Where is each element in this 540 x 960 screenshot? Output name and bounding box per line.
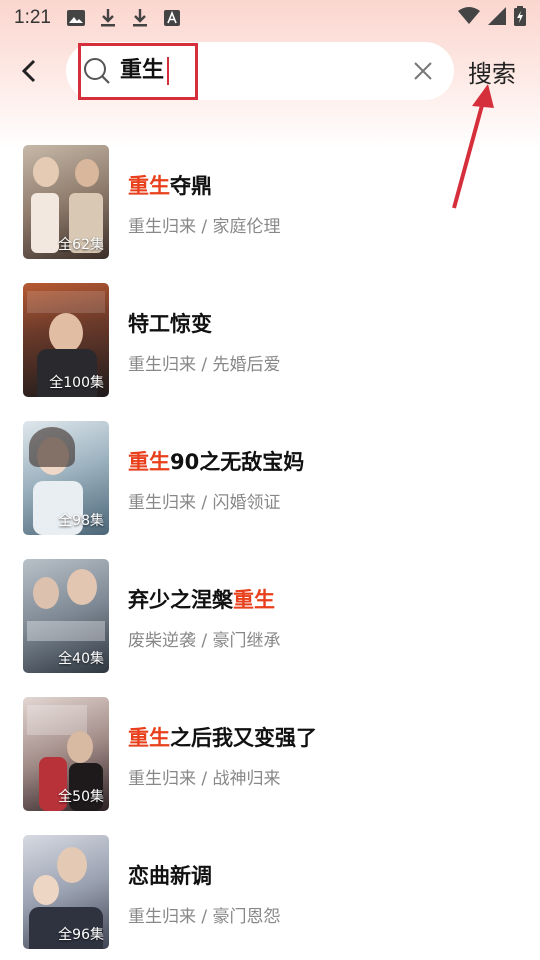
list-item[interactable]: 全100集 特工惊变 重生归来 / 先婚后爱 [0, 278, 540, 416]
battery-icon [514, 6, 526, 30]
font-icon [161, 7, 183, 29]
poster-thumbnail: 全98集 [23, 421, 109, 535]
episode-count: 全40集 [58, 651, 104, 667]
result-tags: 重生归来 / 闪婚领证 [128, 493, 281, 513]
status-time: 1:21 [14, 7, 51, 28]
download-icon [97, 7, 119, 29]
episode-count: 全96集 [58, 927, 104, 943]
annotation-highlight-box [78, 43, 198, 100]
list-item[interactable]: 全40集 弃少之涅槃重生 废柴逆袭 / 豪门继承 [0, 554, 540, 692]
image-icon [65, 7, 87, 29]
list-item[interactable]: 全96集 恋曲新调 重生归来 / 豪门恩怨 [0, 830, 540, 960]
result-tags: 重生归来 / 家庭伦理 [128, 217, 281, 237]
wifi-icon [458, 7, 480, 29]
poster-thumbnail: 全50集 [23, 697, 109, 811]
status-bar: 1:21 [0, 0, 540, 36]
result-title: 恋曲新调 [128, 864, 212, 888]
poster-thumbnail: 全62集 [23, 145, 109, 259]
episode-count: 全50集 [58, 789, 104, 805]
result-tags: 重生归来 / 战神归来 [128, 769, 281, 789]
chevron-left-icon [21, 59, 36, 83]
result-title: 重生夺鼎 [128, 174, 212, 198]
annotation-arrow-icon [452, 84, 494, 209]
result-tags: 重生归来 / 豪门恩怨 [128, 907, 281, 927]
list-item[interactable]: 全50集 重生之后我又变强了 重生归来 / 战神归来 [0, 692, 540, 830]
result-title: 弃少之涅槃重生 [128, 588, 275, 612]
list-item[interactable]: 全98集 重生90之无敌宝妈 重生归来 / 闪婚领证 [0, 416, 540, 554]
result-title: 特工惊变 [128, 312, 212, 336]
result-tags: 废柴逆袭 / 豪门继承 [128, 631, 281, 651]
poster-thumbnail: 全40集 [23, 559, 109, 673]
poster-thumbnail: 全96集 [23, 835, 109, 949]
close-icon[interactable] [412, 60, 434, 82]
episode-count: 全98集 [58, 513, 104, 529]
result-title: 重生90之无敌宝妈 [128, 450, 305, 474]
signal-icon [488, 7, 506, 29]
result-title: 重生之后我又变强了 [128, 726, 317, 750]
back-button[interactable] [12, 54, 46, 88]
poster-thumbnail: 全100集 [23, 283, 109, 397]
download-icon [129, 7, 151, 29]
results-list: 全62集 重生夺鼎 重生归来 / 家庭伦理 全100集 特工惊变 重生归来 / … [0, 140, 540, 960]
episode-count: 全100集 [49, 375, 104, 391]
episode-count: 全62集 [58, 237, 104, 253]
result-tags: 重生归来 / 先婚后爱 [128, 355, 281, 375]
